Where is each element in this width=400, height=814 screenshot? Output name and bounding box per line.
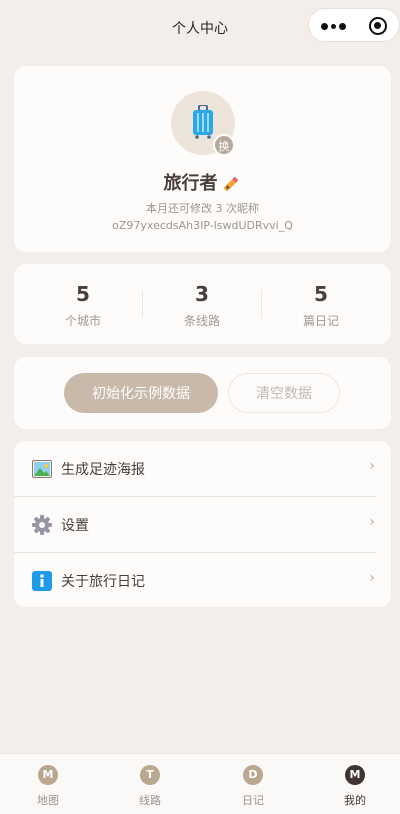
tab-diary[interactable]: D 日记 xyxy=(203,765,303,808)
chevron-right-icon: › xyxy=(369,458,375,474)
menu-item-settings[interactable]: 设置 › xyxy=(14,497,391,552)
divider xyxy=(261,290,262,318)
profile-card: 换 旅行者 本月还可修改 3 次昵称 oZ97yxecdsAh3IP-lswdU… xyxy=(14,66,391,252)
swap-avatar-button[interactable]: 换 xyxy=(213,134,235,156)
tab-label: 我的 xyxy=(344,794,366,807)
tab-map[interactable]: M 地图 xyxy=(0,765,98,808)
mini-program-capsule xyxy=(308,8,400,42)
diary-tab-icon: D xyxy=(243,765,263,785)
stat-value: 5 xyxy=(314,282,328,306)
stat-label: 篇日记 xyxy=(302,314,339,328)
chevron-right-icon: › xyxy=(369,514,375,530)
menu-item-poster[interactable]: 生成足迹海报 › xyxy=(14,441,391,496)
nickname-quota-text: 本月还可修改 3 次昵称 xyxy=(146,202,259,215)
stat-value: 3 xyxy=(195,282,209,306)
profile-page: 个人中心 换 旅行者 本月还可修改 3 次昵称 oZ97yxecdsAh3IP-… xyxy=(0,0,400,814)
close-icon[interactable] xyxy=(369,17,387,35)
menu-card: 生成足迹海报 › 设置 › 关于旅行日记 › xyxy=(14,441,391,607)
tab-label: 地图 xyxy=(37,794,59,807)
menu-item-label: 设置 xyxy=(61,518,89,534)
stat-value: 5 xyxy=(76,282,90,306)
map-tab-icon: M xyxy=(38,765,58,785)
stat-label: 条线路 xyxy=(183,314,220,328)
picture-icon xyxy=(32,460,52,478)
mine-tab-icon: M xyxy=(345,765,365,785)
stat-diaries[interactable]: 5 篇日记 xyxy=(266,282,376,329)
nav-bar: 个人中心 xyxy=(0,0,400,52)
user-id-text: oZ97yxecdsAh3IP-lswdUDRvvi_Q xyxy=(112,219,293,232)
tab-routes[interactable]: T 线路 xyxy=(100,765,200,808)
nickname-row: 旅行者 xyxy=(14,169,391,195)
suitcase-icon xyxy=(193,105,213,139)
nickname: 旅行者 xyxy=(163,173,218,194)
menu-item-label: 生成足迹海报 xyxy=(61,462,145,478)
tab-bar: M 地图 T 线路 D 日记 M 我的 xyxy=(0,753,400,814)
routes-tab-icon: T xyxy=(140,765,160,785)
info-icon xyxy=(32,571,52,591)
tab-label: 线路 xyxy=(139,794,161,807)
menu-item-about[interactable]: 关于旅行日记 › xyxy=(14,553,391,608)
stat-cities[interactable]: 5 个城市 xyxy=(28,282,138,329)
tab-label: 日记 xyxy=(242,794,264,807)
pencil-icon[interactable] xyxy=(223,173,242,191)
menu-item-label: 关于旅行日记 xyxy=(61,574,145,590)
stat-routes[interactable]: 3 条线路 xyxy=(147,282,257,329)
stats-card: 5 个城市 3 条线路 5 篇日记 xyxy=(14,264,391,344)
tab-mine[interactable]: M 我的 xyxy=(305,765,400,808)
more-icon[interactable] xyxy=(321,20,346,32)
gear-icon xyxy=(32,515,52,535)
data-actions-card: 初始化示例数据 清空数据 xyxy=(14,357,391,429)
stat-label: 个城市 xyxy=(64,314,101,328)
chevron-right-icon: › xyxy=(369,570,375,586)
clear-data-button[interactable]: 清空数据 xyxy=(228,373,340,413)
init-sample-data-button[interactable]: 初始化示例数据 xyxy=(64,373,218,413)
divider xyxy=(142,290,143,318)
